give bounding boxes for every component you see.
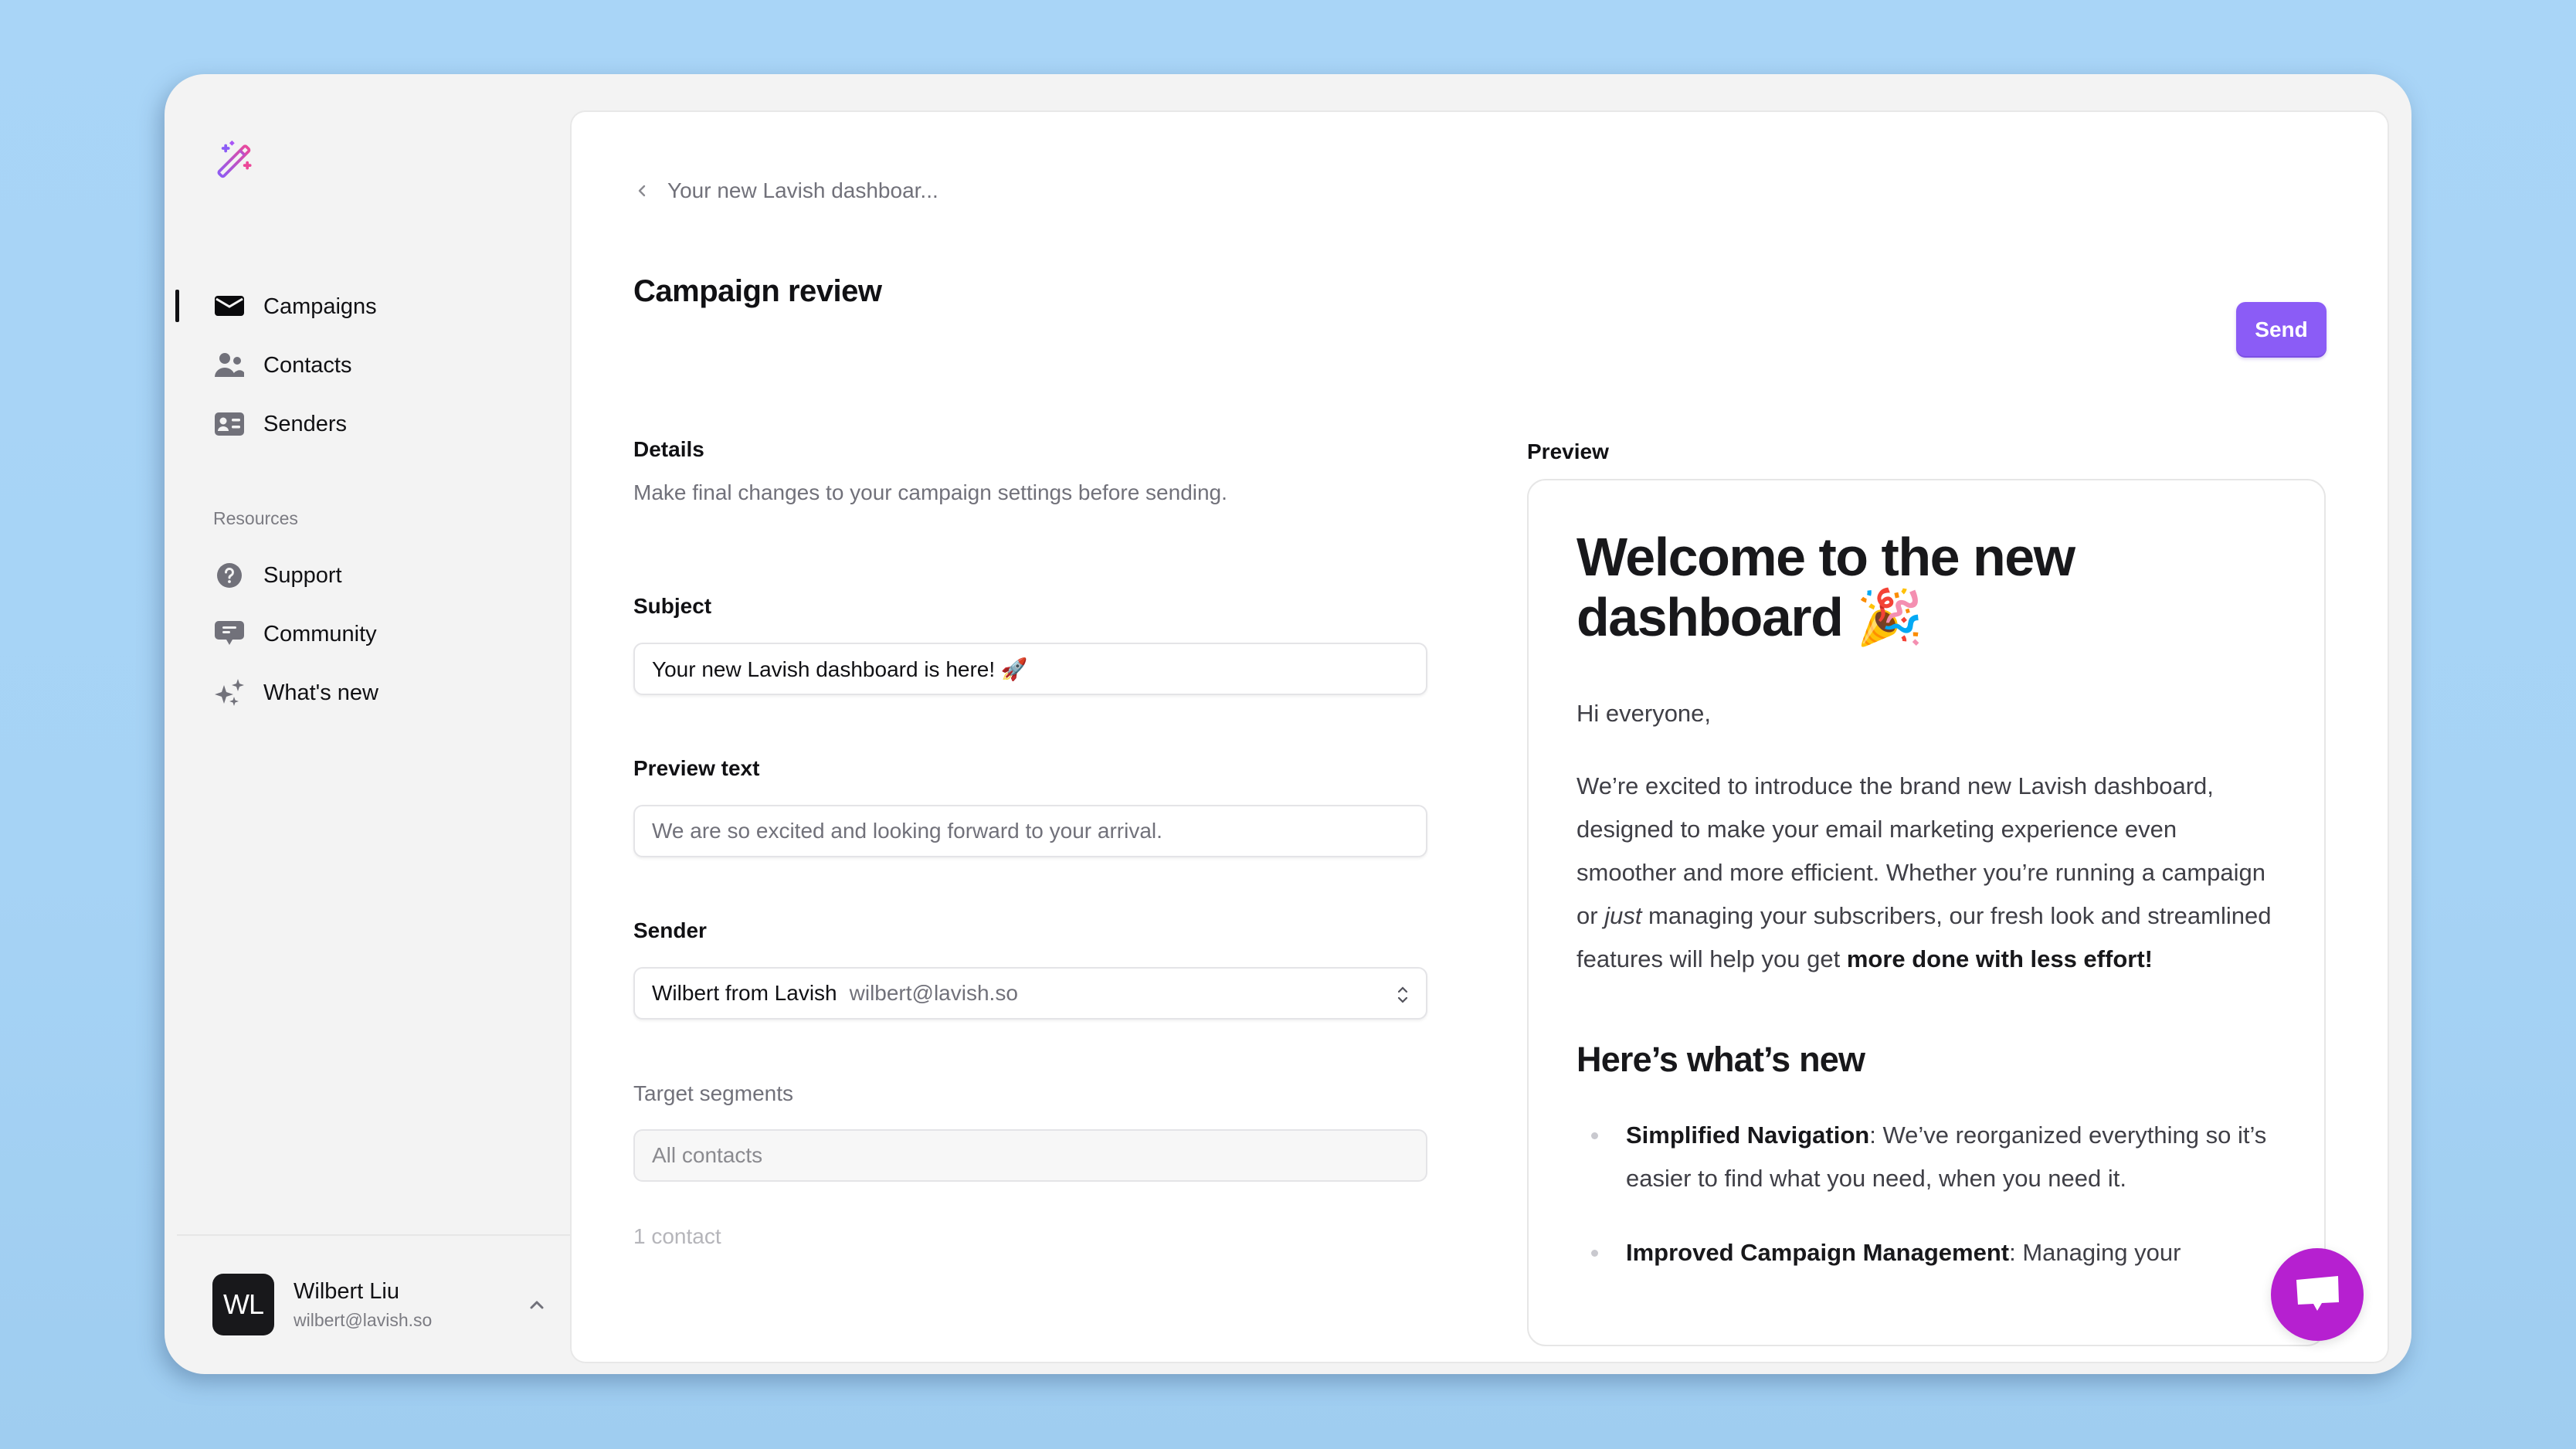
- sender-select[interactable]: Wilbert from Lavish wilbert@lavish.so: [633, 967, 1427, 1020]
- chevron-left-icon: [633, 179, 650, 202]
- chat-bubble-icon: [214, 619, 245, 650]
- resources-section-label: Resources: [213, 508, 298, 528]
- email-heading-line1: Welcome to the new: [1576, 527, 2075, 587]
- list-item: Simplified Navigation: We’ve reorganized…: [1591, 1114, 2272, 1200]
- bullet-icon: [1591, 1132, 1598, 1139]
- preview-label: Preview: [1527, 439, 1609, 463]
- question-circle-icon: [214, 560, 245, 591]
- sender-label: Sender: [633, 918, 707, 942]
- sidebar-item-community[interactable]: Community: [214, 614, 377, 654]
- active-nav-indicator: [175, 290, 179, 322]
- sender-email: wilbert@lavish.so: [849, 981, 1018, 1005]
- nav-label: Campaigns: [263, 294, 377, 319]
- details-heading: Details: [633, 437, 704, 461]
- sidebar-item-support[interactable]: Support: [214, 555, 342, 596]
- bullet-icon: [1591, 1250, 1598, 1257]
- contact-count: 1 contact: [633, 1224, 721, 1248]
- nav-label: Contacts: [263, 352, 352, 378]
- id-card-icon: [214, 409, 245, 439]
- page-title: Campaign review: [633, 274, 882, 308]
- email-heading-line2: dashboard 🎉: [1576, 587, 1923, 647]
- breadcrumb[interactable]: Your new Lavish dashboar...: [633, 178, 938, 203]
- list-item: Improved Campaign Management: Managing y…: [1591, 1231, 2272, 1274]
- sidebar-item-campaigns[interactable]: Campaigns: [214, 287, 377, 327]
- details-subtitle: Make final changes to your campaign sett…: [633, 480, 1227, 504]
- subject-field[interactable]: [633, 643, 1427, 695]
- email-preview[interactable]: Welcome to the new dashboard 🎉 Hi everyo…: [1527, 479, 2326, 1346]
- sidebar-item-whats-new[interactable]: What's new: [214, 673, 378, 713]
- nav-label: Senders: [263, 411, 348, 436]
- feature-list: Simplified Navigation: We’ve reorganized…: [1576, 1114, 2272, 1274]
- sender-name: Wilbert from Lavish: [652, 981, 837, 1005]
- user-menu[interactable]: WL Wilbert Liu wilbert@lavish.so: [212, 1273, 552, 1336]
- avatar: WL: [212, 1274, 274, 1335]
- sidebar: Campaigns Contacts Senders Resources Sup…: [165, 74, 570, 1374]
- preview-text-input[interactable]: [652, 819, 1409, 843]
- sidebar-item-contacts[interactable]: Contacts: [214, 345, 351, 385]
- nav-label: What's new: [263, 680, 378, 705]
- user-email: wilbert@lavish.so: [294, 1310, 433, 1330]
- chat-icon: [2296, 1276, 2339, 1311]
- target-segments-label: Target segments: [633, 1081, 793, 1105]
- magic-wand-logo-icon[interactable]: [214, 137, 257, 181]
- email-body: We’re excited to introduce the brand new…: [1576, 772, 2272, 972]
- sparkles-icon: [214, 677, 245, 708]
- sidebar-item-senders[interactable]: Senders: [214, 404, 347, 444]
- sidebar-divider: [177, 1234, 570, 1236]
- chat-widget-button[interactable]: [2271, 1248, 2364, 1341]
- send-button[interactable]: Send: [2236, 302, 2327, 358]
- chevron-up-down-icon: [1395, 982, 1410, 1007]
- users-icon: [214, 350, 245, 381]
- preview-text-label: Preview text: [633, 756, 760, 780]
- nav-label: Community: [263, 621, 377, 646]
- user-name: Wilbert Liu: [294, 1279, 399, 1304]
- preview-text-field[interactable]: [633, 805, 1427, 857]
- breadcrumb-link: Your new Lavish dashboar...: [667, 178, 938, 202]
- chevron-up-icon[interactable]: [521, 1291, 552, 1318]
- email-greeting: Hi everyone,: [1576, 700, 1712, 727]
- email-heading: Welcome to the new dashboard 🎉: [1576, 527, 2272, 647]
- email-section-heading: Here’s what’s new: [1576, 1040, 1865, 1079]
- app-window: Campaigns Contacts Senders Resources Sup…: [165, 74, 2411, 1374]
- target-segments-field: All contacts: [633, 1129, 1427, 1182]
- nav-label: Support: [263, 562, 342, 588]
- subject-input[interactable]: [652, 657, 1409, 681]
- target-segments-value: All contacts: [652, 1143, 763, 1167]
- main-panel: Your new Lavish dashboar... Campaign rev…: [572, 112, 2388, 1362]
- subject-label: Subject: [633, 594, 712, 618]
- envelope-icon: [214, 291, 245, 322]
